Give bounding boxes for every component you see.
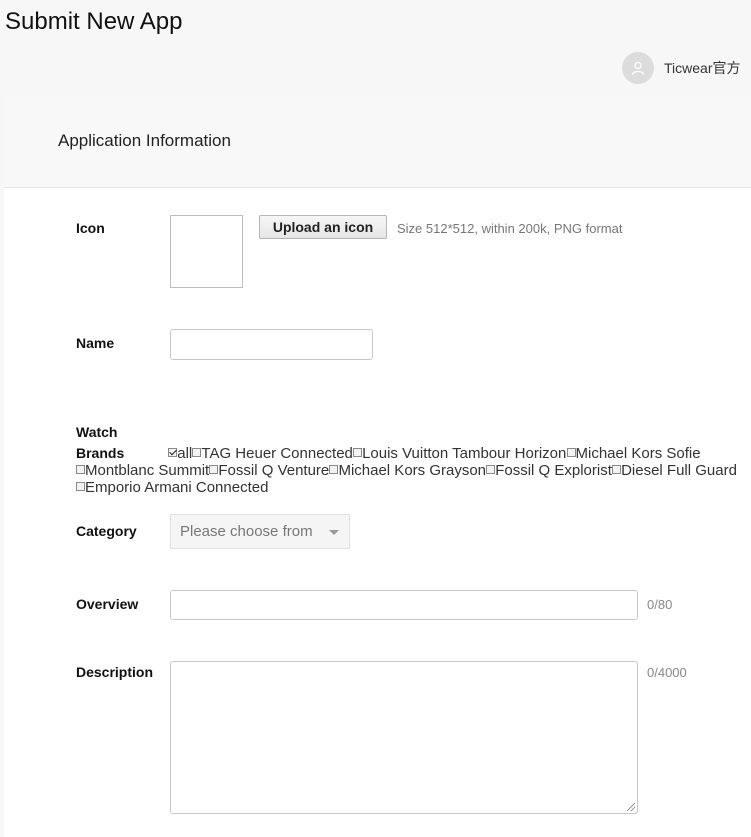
user-icon[interactable] [622, 52, 654, 84]
brand-option[interactable]: TAG Heuer Connected [192, 445, 353, 462]
brand-option[interactable]: Fossil Q Venture [209, 462, 329, 479]
brand-option-label: all [177, 445, 193, 462]
brand-option[interactable]: Montblanc Summit [76, 462, 209, 479]
description-counter: 0/4000 [647, 665, 687, 680]
brand-checkbox[interactable] [329, 465, 339, 474]
section-title: Application Information [58, 131, 231, 150]
brand-option-label: Fossil Q Venture [218, 462, 330, 479]
resize-handle[interactable] [627, 803, 635, 811]
name-input[interactable] [170, 329, 373, 360]
brand-option[interactable]: Michael Kors Grayson [329, 462, 486, 479]
brand-option-label: TAG Heuer Connected [201, 445, 353, 462]
brand-checkbox[interactable] [192, 448, 202, 457]
brand-option-label: Montblanc Summit [85, 462, 210, 479]
brand-checkbox[interactable] [612, 465, 622, 474]
upload-icon-button[interactable]: Upload an icon [259, 215, 387, 239]
brand-option[interactable]: Michael Kors Sofie [566, 445, 701, 462]
brand-checkbox[interactable] [76, 465, 85, 474]
brand-option[interactable]: Emporio Armani Connected [76, 479, 268, 496]
category-select[interactable]: Please choose from [170, 514, 350, 549]
card-header: Application Information [4, 96, 751, 188]
brand-checkbox[interactable] [209, 465, 219, 474]
brand-checkbox[interactable] [76, 482, 85, 491]
brand-checkbox[interactable] [353, 448, 363, 457]
username[interactable]: Ticwear官方 [664, 58, 741, 78]
brand-option[interactable]: Diesel Full Guard [612, 462, 737, 479]
description-label: Description [76, 664, 154, 680]
brand-option-label: Michael Kors Grayson [338, 462, 487, 479]
brand-checkbox[interactable] [566, 448, 576, 457]
brands-options-line: Brands all TAG Heuer Connected Louis Vuit… [76, 445, 751, 496]
name-label: Name [76, 335, 115, 351]
brand-option-label: Diesel Full Guard [621, 462, 737, 479]
icon-hint: Size 512*512, within 200k, PNG format [397, 221, 623, 236]
brand-option[interactable]: Fossil Q Explorist [486, 462, 612, 479]
brands-label-line2: Brands [76, 445, 125, 461]
user-menu[interactable]: Ticwear官方 [622, 52, 741, 84]
brands-label-line1: Watch [76, 424, 118, 440]
watch-brands: Watch Brands all TAG Heuer Connected Loui… [76, 424, 751, 496]
category-label: Category [76, 523, 137, 539]
brand-option[interactable]: all [168, 445, 192, 462]
brand-option-label: Michael Kors Sofie [575, 445, 701, 462]
overview-label: Overview [76, 596, 139, 612]
brand-options: all TAG Heuer Connected Louis Vuitton Ta… [76, 445, 737, 496]
brand-checkbox[interactable] [168, 448, 178, 457]
application-form-card: Application Information Icon Upload an i… [4, 96, 751, 837]
icon-preview[interactable] [170, 215, 243, 288]
chevron-down-icon [329, 530, 339, 535]
category-select-value: Please choose from [180, 523, 313, 540]
brand-checkbox[interactable] [486, 465, 496, 474]
brand-option-label: Fossil Q Explorist [495, 462, 612, 479]
icon-label: Icon [76, 220, 105, 236]
brand-option-label: Emporio Armani Connected [85, 479, 269, 496]
brand-option[interactable]: Louis Vuitton Tambour Horizon [353, 445, 566, 462]
brand-option-label: Louis Vuitton Tambour Horizon [362, 445, 567, 462]
page-title: Submit New App [5, 8, 183, 35]
overview-input[interactable] [170, 590, 638, 620]
overview-counter: 0/80 [647, 597, 673, 612]
description-textarea[interactable] [170, 661, 638, 814]
